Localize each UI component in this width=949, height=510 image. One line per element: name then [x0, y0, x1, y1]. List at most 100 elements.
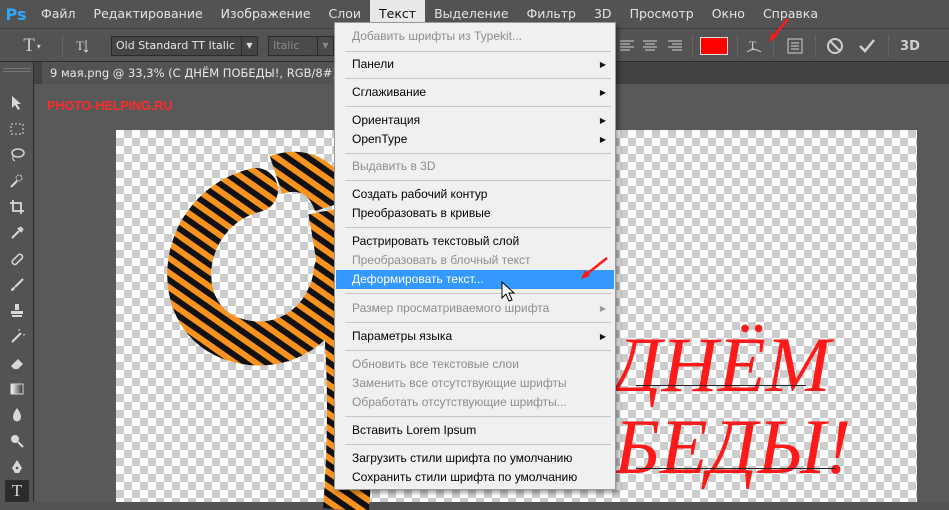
menu-item-anti-aliasing[interactable]: Сглаживание ▶	[336, 83, 614, 102]
gradient-tool-icon[interactable]	[5, 378, 29, 400]
crop-tool-icon[interactable]	[5, 196, 29, 218]
menu-item-label: Панели	[352, 57, 394, 71]
blur-tool-icon[interactable]	[5, 404, 29, 426]
photoshop-logo: Ps	[5, 4, 27, 24]
3d-icon[interactable]: 3D	[897, 35, 923, 57]
pen-tool-icon[interactable]	[5, 456, 29, 478]
menu-item-warp-text[interactable]: Деформировать текст...	[336, 270, 614, 289]
svg-text:T: T	[76, 38, 84, 53]
menu-item-save-default-type-styles[interactable]: Сохранить стили шрифта по умолчанию	[336, 468, 614, 487]
menu-item-convert-to-shape[interactable]: Преобразовать в кривые	[336, 204, 614, 223]
type-tool-preset-icon[interactable]: T ▾	[18, 35, 46, 57]
menu-item-label: Обработать отсутствующие шрифты...	[352, 395, 567, 409]
eyedropper-tool-icon[interactable]	[5, 222, 29, 244]
marquee-tool-icon[interactable]	[5, 118, 29, 140]
cancel-icon[interactable]	[823, 35, 847, 57]
menu-item-label: Параметры языка	[352, 329, 453, 343]
panel-grip[interactable]	[3, 68, 31, 72]
divider	[888, 35, 889, 57]
submenu-arrow-icon: ▶	[599, 304, 606, 313]
menu-item-replace-missing-fonts[interactable]: Заменить все отсутствующие шрифты	[336, 374, 614, 393]
menu-item-label: OpenType	[352, 132, 408, 146]
eraser-tool-icon[interactable]	[5, 352, 29, 374]
menu-item-label: Ориентация	[352, 113, 421, 127]
menu-item-convert-paragraph-text[interactable]: Преобразовать в блочный текст	[336, 251, 614, 270]
menu-image[interactable]: Изображение	[212, 0, 320, 28]
mouse-cursor-icon	[501, 281, 516, 302]
menu-item-rasterize-type-layer[interactable]: Растрировать текстовый слой	[336, 232, 614, 251]
menu-item-paste-lorem-ipsum[interactable]: Вставить Lorem Ipsum	[336, 421, 614, 440]
menu-window[interactable]: Окно	[703, 0, 754, 28]
document-tab-title: 9 мая.png @ 33,3% (С ДНЁМ ПОБЕДЫ!, RGB/8…	[50, 66, 347, 80]
text-color-swatch[interactable]	[700, 37, 728, 55]
align-left-icon[interactable]	[618, 35, 636, 57]
font-style-select[interactable]: Italic ▼	[268, 36, 334, 56]
menu-item-update-all-text-layers[interactable]: Обновить все текстовые слои	[336, 355, 614, 374]
menu-item-label: Заменить все отсутствующие шрифты	[352, 376, 567, 390]
lasso-tool-icon[interactable]	[5, 144, 29, 166]
align-center-icon[interactable]	[640, 35, 660, 57]
type-menu-dropdown: Добавить шрифты из Typekit... Панели ▶ Сг…	[334, 22, 616, 490]
menu-item-label: Добавить шрифты из Typekit...	[352, 29, 522, 43]
menu-item-label: Сохранить стили шрифта по умолчанию	[352, 470, 578, 484]
menu-item-orientation[interactable]: Ориентация ▶	[336, 111, 614, 130]
quick-selection-tool-icon[interactable]	[5, 170, 29, 192]
text-baseline	[636, 385, 806, 386]
menu-item-load-default-type-styles[interactable]: Загрузить стили шрифта по умолчанию	[336, 449, 614, 468]
document-tab[interactable]: 9 мая.png @ 33,3% (С ДНЁМ ПОБЕДЫ!, RGB/8…	[42, 62, 355, 84]
menu-item-label: Создать рабочий контур	[352, 187, 488, 201]
submenu-arrow-icon: ▶	[599, 135, 606, 144]
menu-item-extrude-3d[interactable]: Выдавить в 3D	[336, 157, 614, 176]
menu-separator	[345, 153, 611, 154]
menu-item-language-options[interactable]: Параметры языка ▶	[336, 327, 614, 346]
menu-edit[interactable]: Редактирование	[85, 0, 212, 28]
text-baseline	[636, 468, 836, 469]
menu-separator	[345, 106, 611, 107]
menu-separator	[345, 78, 611, 79]
menu-item-label: Загрузить стили шрифта по умолчанию	[352, 451, 573, 465]
chevron-down-icon: ▼	[317, 37, 333, 55]
menu-view[interactable]: Просмотр	[621, 0, 703, 28]
menu-item-label: Выдавить в 3D	[352, 159, 436, 173]
brush-tool-icon[interactable]	[5, 274, 29, 296]
clone-stamp-tool-icon[interactable]	[5, 300, 29, 322]
menu-item-label: Размер просматриваемого шрифта	[352, 301, 550, 315]
menu-separator	[345, 416, 611, 417]
menu-item-label: Деформировать текст...	[352, 272, 484, 286]
menu-separator	[345, 180, 611, 181]
divider	[62, 35, 63, 57]
history-brush-tool-icon[interactable]	[5, 326, 29, 348]
font-family-value: Old Standard TT Italic	[116, 39, 235, 52]
menu-item-font-preview-size[interactable]: Размер просматриваемого шрифта ▶	[336, 299, 614, 318]
menu-item-label: Преобразовать в кривые	[352, 206, 491, 220]
annotation-arrow-icon	[769, 18, 789, 42]
type-tool-icon[interactable]: T	[5, 480, 29, 502]
menu-separator	[345, 322, 611, 323]
tools-panel: T	[0, 62, 34, 502]
align-right-icon[interactable]	[665, 35, 685, 57]
menu-item-resolve-missing-fonts[interactable]: Обработать отсутствующие шрифты...	[336, 393, 614, 412]
watermark-text: PHOTO-HELPING.RU	[47, 99, 173, 113]
menu-item-opentype[interactable]: OpenType ▶	[336, 130, 614, 149]
menu-item-panels[interactable]: Панели ▶	[336, 55, 614, 74]
menu-separator	[345, 227, 611, 228]
commit-check-icon[interactable]	[855, 35, 879, 57]
toggle-orientation-icon[interactable]: T	[70, 35, 96, 57]
menu-item-label: Растрировать текстовый слой	[352, 234, 520, 248]
submenu-arrow-icon: ▶	[599, 116, 606, 125]
menu-item-label: Сглаживание	[352, 85, 427, 99]
font-style-value: Italic	[273, 39, 300, 52]
menu-separator	[345, 444, 611, 445]
move-tool-icon[interactable]	[5, 92, 29, 114]
font-family-select[interactable]: Old Standard TT Italic ▼	[111, 36, 258, 56]
submenu-arrow-icon: ▶	[599, 60, 606, 69]
headline-line1: ДНЁМ	[612, 321, 831, 408]
menu-item-create-work-path[interactable]: Создать рабочий контур	[336, 185, 614, 204]
dodge-tool-icon[interactable]	[5, 430, 29, 452]
menu-item-add-typekit-fonts[interactable]: Добавить шрифты из Typekit...	[336, 27, 614, 46]
healing-brush-tool-icon[interactable]	[5, 248, 29, 270]
menu-file[interactable]: Файл	[32, 0, 85, 28]
divider	[692, 35, 693, 57]
headline-line2: БЕДЫ!	[614, 403, 852, 490]
menu-separator	[345, 51, 611, 52]
